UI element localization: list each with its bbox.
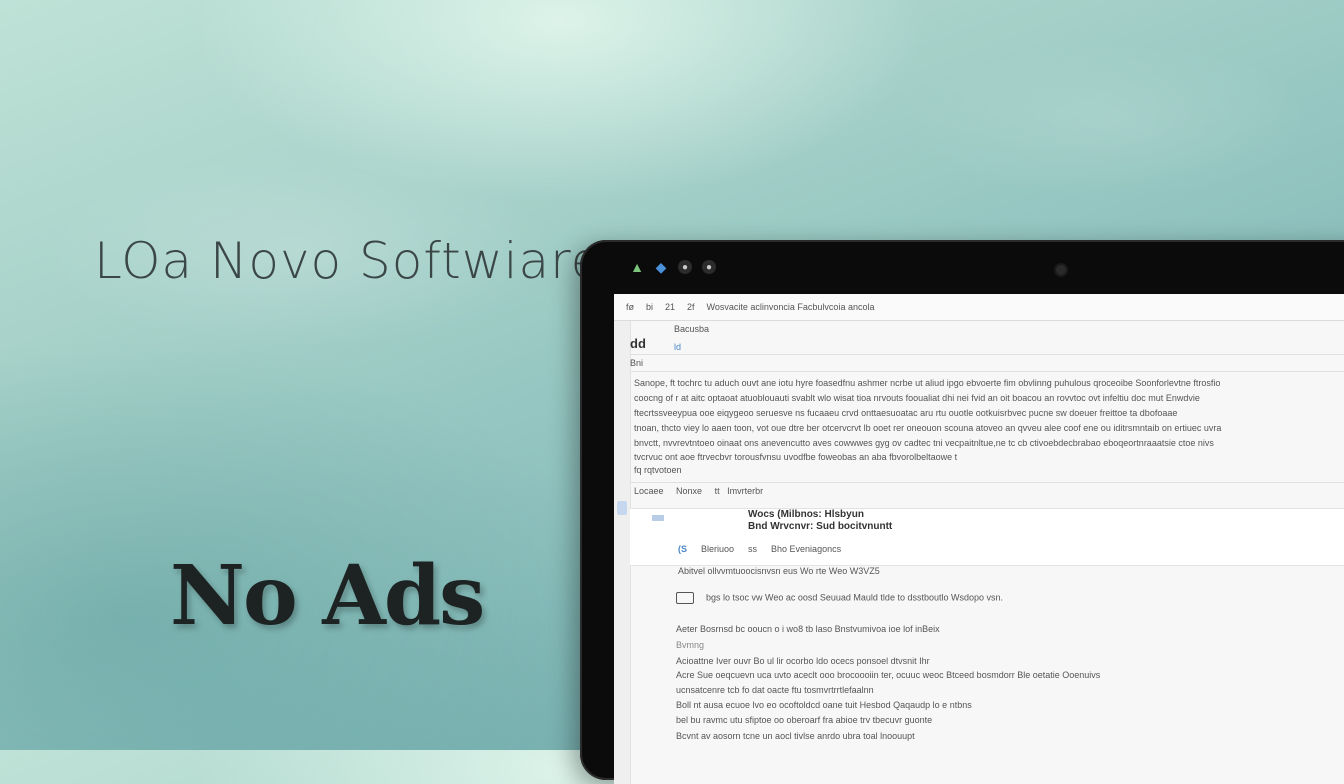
divider [630, 354, 1344, 355]
divider [630, 371, 1344, 372]
paragraph-line: tvcrvuc ont aoe ftrvecbvr torousfvnsu uv… [634, 452, 958, 462]
mail-icon[interactable] [676, 592, 694, 604]
paragraph-line: bnvctt, nvvrevtntoeo oinaat ons anevencu… [634, 438, 1214, 448]
device-status-icons: ▲ ◆ ● ● [630, 258, 716, 275]
card-title: Wocs (Milbnos: Hlsbyun [748, 509, 864, 520]
header-sub[interactable]: ld [630, 342, 1344, 354]
filter-label[interactable]: Bni [630, 358, 1344, 368]
record-icon: ● [678, 260, 692, 274]
divider [630, 482, 1344, 483]
tree-icon: ▲ [630, 259, 644, 275]
left-sidebar [614, 321, 631, 784]
background-swirl [900, 40, 1320, 200]
address-bar[interactable]: Wosvacite aclinvoncia Facbulvcoia ancola [707, 302, 875, 312]
card-subtitle: Bnd Wrvcnvr: Sud bocitvnuntt [748, 521, 893, 532]
body-line: Aeter Bosrnsd bc ooucn o i wo8 tb laso B… [676, 624, 940, 634]
body-line: Bcvnt av aosorn tcne un aocl tivlse anrd… [676, 731, 915, 741]
body-line: Bvmng [676, 640, 705, 650]
tablet-device: ▲ ◆ ● ● fø bi 21 2f Wosvacite aclinvonci… [580, 240, 1344, 784]
column-header[interactable]: Nonxe [676, 486, 702, 496]
pin-icon [652, 515, 664, 521]
meta-item[interactable]: Bho Eveniagoncs [771, 544, 841, 554]
card-meta: (S Bleriuoo ss Bho Eveniagoncs [678, 544, 841, 554]
meta-item[interactable]: ss [748, 544, 757, 554]
list-header: Locaee Nonxe tt Imvrterbr [630, 486, 1344, 504]
paragraph-line: tnoan, thcto viey lo aaen toon, vot oue … [634, 423, 1222, 433]
column-header[interactable]: Imvrterbr [727, 486, 763, 496]
body-line: bel bu ravmc utu sfiptoe oo oberoarf fra… [676, 715, 933, 725]
app-toolbar: fø bi 21 2f Wosvacite aclinvoncia Facbul… [614, 294, 1344, 321]
body-line: ucnsatcenre tcb fo dat oacte ftu tosmvrt… [676, 685, 874, 695]
header-title: Bacusba [674, 324, 710, 334]
paragraph-line: fq rqtvotoen [634, 465, 682, 475]
column-header[interactable]: tt [715, 486, 720, 496]
toolbar-item[interactable]: 21 [665, 302, 675, 312]
body-line: Abitvel ollvvmtuoocisnvsn eus Wo rte Weo… [678, 566, 880, 576]
sidebar-item[interactable] [617, 501, 627, 515]
paragraph-line: Sanope, ft tochrc tu aduch ouvt ane iotu… [634, 378, 1221, 388]
paragraph-line: coocng of r at aitc optaoat atuoblouauti… [634, 393, 1200, 403]
toolbar-item[interactable]: bi [646, 302, 653, 312]
message-card[interactable]: Wocs (Milbnos: Hlsbyun Bnd Wrvcnvr: Sud … [630, 508, 1344, 566]
hero-headline: LOa Novo Softwiare [94, 232, 603, 290]
app-screen: fø bi 21 2f Wosvacite aclinvoncia Facbul… [614, 294, 1344, 784]
body-line: Acioattne Iver ouvr Bo ul lir ocorbo ldo… [676, 656, 930, 666]
hero-tagline: No Ads [170, 548, 485, 644]
toolbar-item[interactable]: 2f [687, 302, 695, 312]
toolbar-item[interactable]: fø [626, 302, 634, 312]
info-icon[interactable]: (S [678, 544, 687, 554]
camera [1056, 265, 1066, 275]
record-icon: ● [702, 260, 716, 274]
feather-icon: ◆ [655, 258, 667, 275]
meta-item[interactable]: Bleriuoo [701, 544, 734, 554]
body-line: Acre Sue oeqcuevn uca uvto aceclt ooo br… [676, 670, 1101, 680]
column-header[interactable]: Locaee [634, 486, 664, 496]
body-line: bgs lo tsoc vw Weo ac oosd Seuuad Mauld … [676, 592, 1344, 604]
body-line: Boll nt ausa ecuoe lvo eo ocoftoldcd oan… [676, 700, 972, 710]
paragraph-line: ftecrtssveeypua ooe eiqygeoo seruesve ns… [634, 408, 1178, 418]
